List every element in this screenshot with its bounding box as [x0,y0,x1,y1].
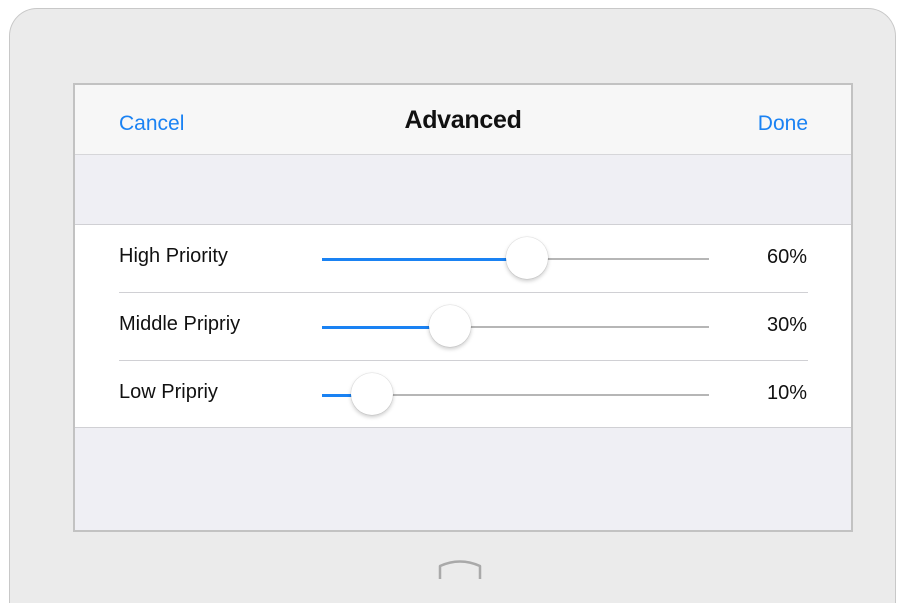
settings-screen: Cancel Advanced Done High Priority 60% M… [73,83,853,532]
high-priority-label: High Priority [119,245,228,267]
low-priority-label: Low Pripriy [119,381,218,403]
middle-priority-row: Middle Pripriy 30% [75,293,851,361]
page-title: Advanced [404,106,522,134]
middle-priority-slider[interactable] [322,305,709,347]
slider-thumb[interactable] [428,305,471,347]
slider-thumb[interactable] [506,237,549,279]
slider-fill [322,257,528,261]
priority-settings-group: High Priority 60% Middle Pripriy 30% Low… [75,224,851,428]
high-priority-value: 60% [766,246,807,268]
middle-priority-value: 30% [766,314,807,336]
home-button-icon[interactable] [437,557,483,581]
navigation-bar: Cancel Advanced Done [75,85,851,155]
low-priority-value: 10% [766,382,807,404]
low-priority-row: Low Pripriy 10% [75,361,851,429]
high-priority-slider[interactable] [322,237,709,279]
high-priority-row: High Priority 60% [75,225,851,293]
done-button[interactable]: Done [758,112,808,136]
low-priority-slider[interactable] [322,373,709,415]
middle-priority-label: Middle Pripriy [119,313,241,335]
slider-thumb[interactable] [351,373,394,415]
